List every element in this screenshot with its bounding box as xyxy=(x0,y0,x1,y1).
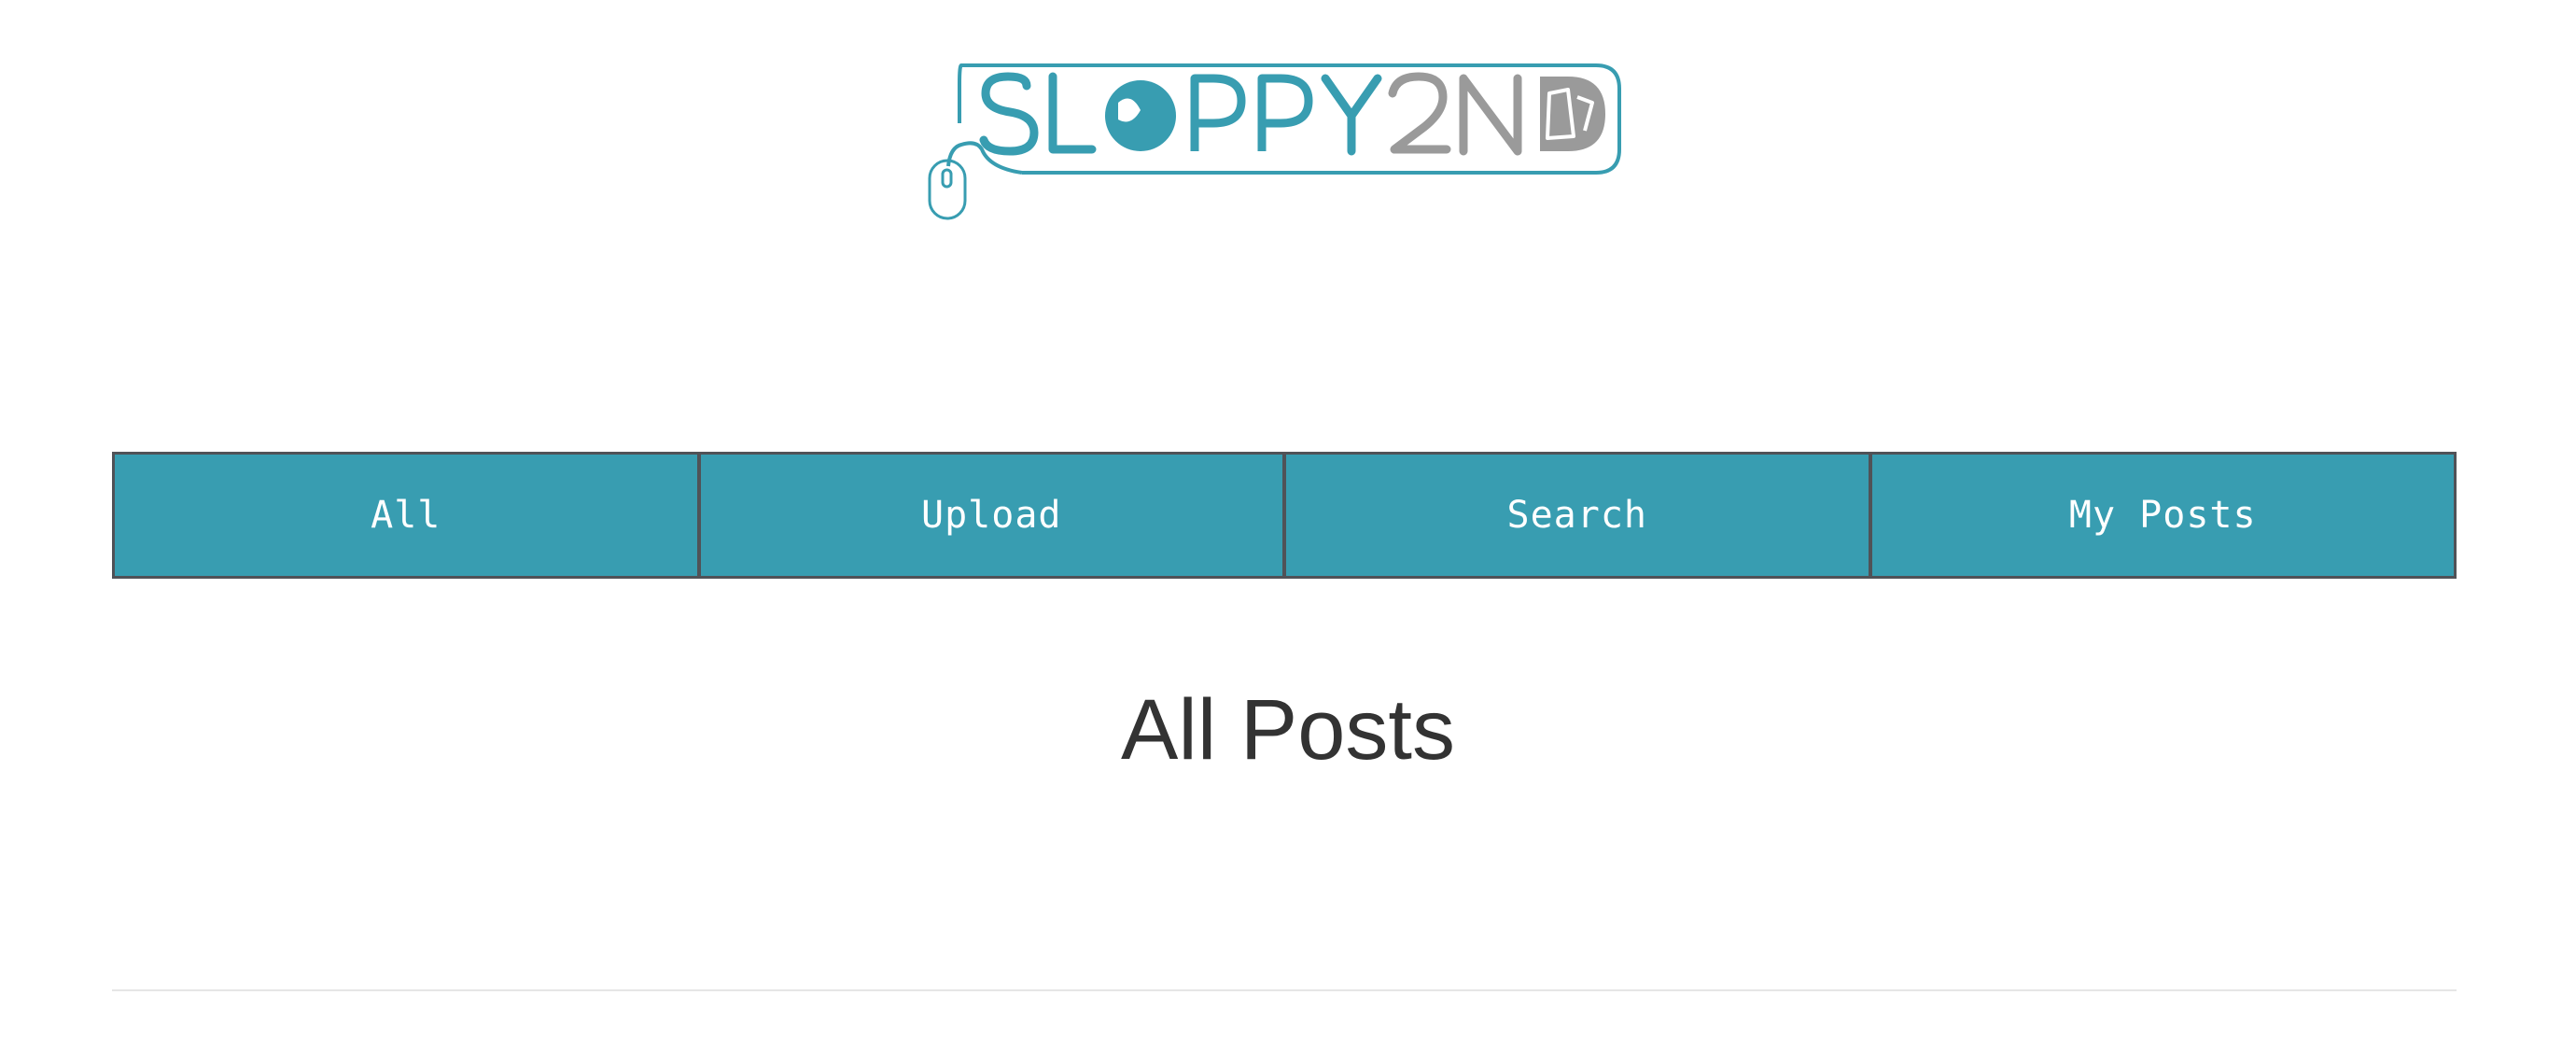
site-logo[interactable] xyxy=(924,56,1643,229)
page: All Upload Search My Posts All Posts xyxy=(0,0,2576,1037)
page-title: All Posts xyxy=(1121,682,1455,778)
nav-all[interactable]: All xyxy=(115,455,697,576)
content-divider xyxy=(112,989,2457,991)
main-nav: All Upload Search My Posts xyxy=(112,452,2457,579)
nav-my-posts[interactable]: My Posts xyxy=(1871,455,2454,576)
nav-upload[interactable]: Upload xyxy=(700,455,1282,576)
nav-search[interactable]: Search xyxy=(1286,455,1869,576)
